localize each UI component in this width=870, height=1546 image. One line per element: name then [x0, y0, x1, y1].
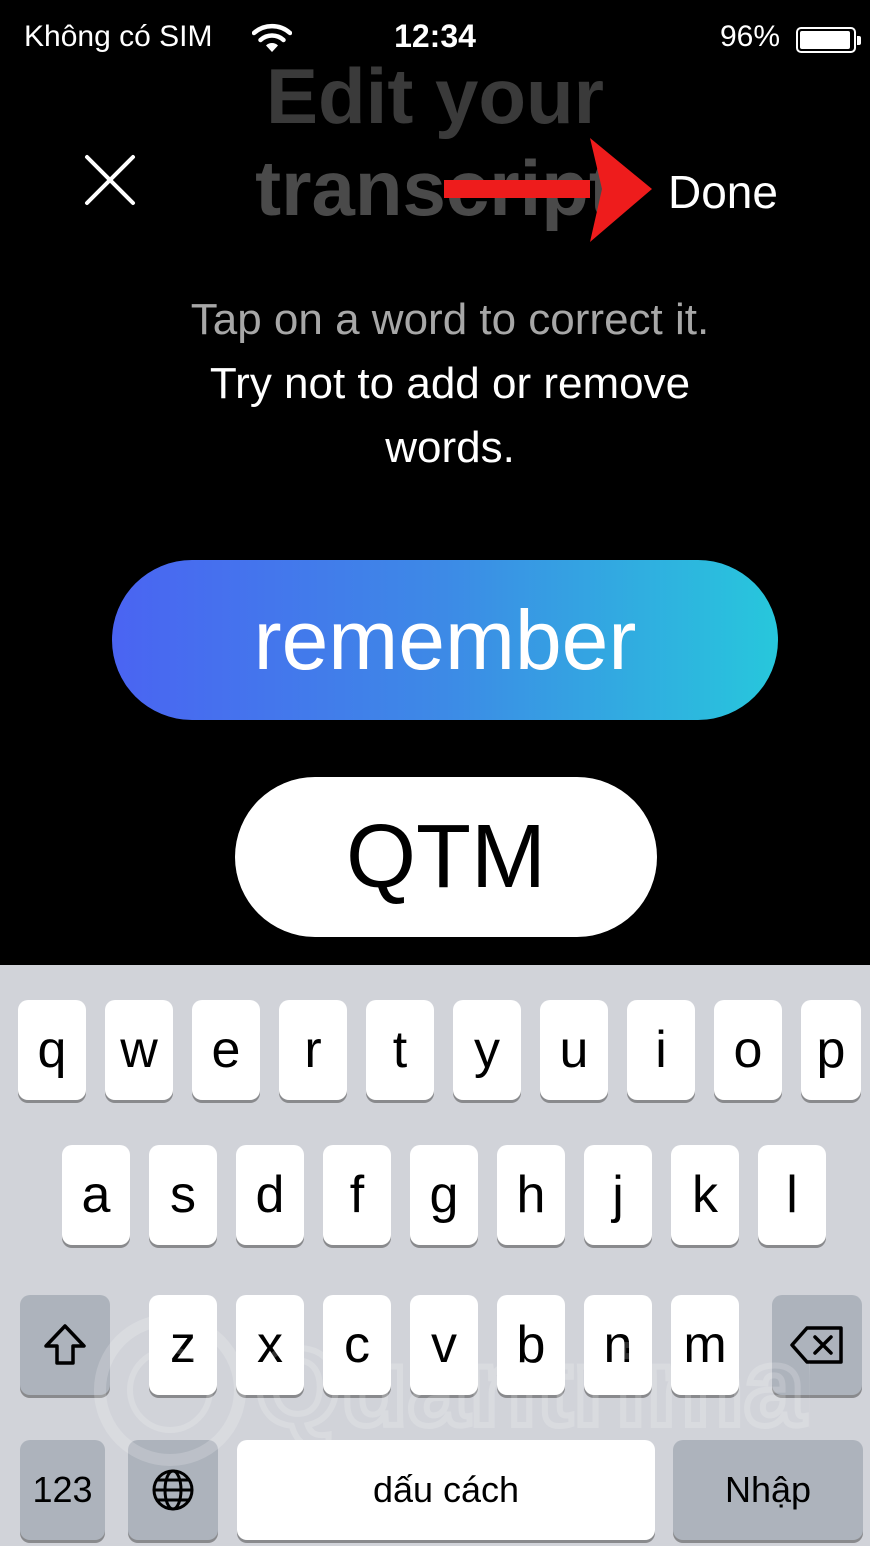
key-w[interactable]: w	[105, 1000, 173, 1100]
backspace-key[interactable]	[772, 1295, 862, 1395]
key-v[interactable]: v	[410, 1295, 478, 1395]
instructions: Tap on a word to correct it. Try not to …	[100, 288, 800, 480]
key-s[interactable]: s	[149, 1145, 217, 1245]
key-l[interactable]: l	[758, 1145, 826, 1245]
globe-icon	[152, 1469, 194, 1511]
page-title-line1: Edit your	[265, 52, 604, 140]
key-k[interactable]: k	[671, 1145, 739, 1245]
backspace-icon	[790, 1326, 843, 1364]
shift-icon	[44, 1324, 86, 1365]
globe-key[interactable]	[128, 1440, 218, 1540]
numbers-key[interactable]: 123	[20, 1440, 105, 1540]
selected-word-pill[interactable]: remember	[112, 560, 778, 720]
key-c[interactable]: c	[323, 1295, 391, 1395]
key-o[interactable]: o	[714, 1000, 782, 1100]
instruction-line-2: Try not to add or remove	[209, 359, 691, 408]
shift-key[interactable]	[20, 1295, 110, 1395]
key-d[interactable]: d	[236, 1145, 304, 1245]
close-icon	[85, 155, 135, 205]
key-p[interactable]: p	[801, 1000, 861, 1100]
close-button[interactable]	[80, 150, 140, 210]
key-b[interactable]: b	[497, 1295, 565, 1395]
key-x[interactable]: x	[236, 1295, 304, 1395]
key-z[interactable]: z	[149, 1295, 217, 1395]
key-g[interactable]: g	[410, 1145, 478, 1245]
key-n[interactable]: n	[584, 1295, 652, 1395]
instruction-line-1: Tap on a word to correct it.	[190, 295, 710, 344]
key-h[interactable]: h	[497, 1145, 565, 1245]
key-e[interactable]: e	[192, 1000, 260, 1100]
key-t[interactable]: t	[366, 1000, 434, 1100]
red-arrow-annotation	[444, 138, 652, 242]
key-a[interactable]: a	[62, 1145, 130, 1245]
instruction-line-3: words.	[385, 423, 515, 472]
key-u[interactable]: u	[540, 1000, 608, 1100]
keyboard: q w e r t y u i o p a s d f g h j k l z …	[0, 965, 870, 1546]
key-q[interactable]: q	[18, 1000, 86, 1100]
key-j[interactable]: j	[584, 1145, 652, 1245]
key-r[interactable]: r	[279, 1000, 347, 1100]
word-pill[interactable]: QTM	[235, 777, 657, 937]
key-i[interactable]: i	[627, 1000, 695, 1100]
key-f[interactable]: f	[323, 1145, 391, 1245]
return-key[interactable]: Nhập	[673, 1440, 863, 1540]
key-m[interactable]: m	[671, 1295, 739, 1395]
key-y[interactable]: y	[453, 1000, 521, 1100]
battery-percentage: 96%	[719, 20, 780, 53]
screen: Không có SIM 12:34 96% Edit your transcr…	[0, 0, 870, 1546]
done-button[interactable]: Done	[668, 165, 778, 219]
space-key[interactable]: dấu cách	[237, 1440, 655, 1540]
